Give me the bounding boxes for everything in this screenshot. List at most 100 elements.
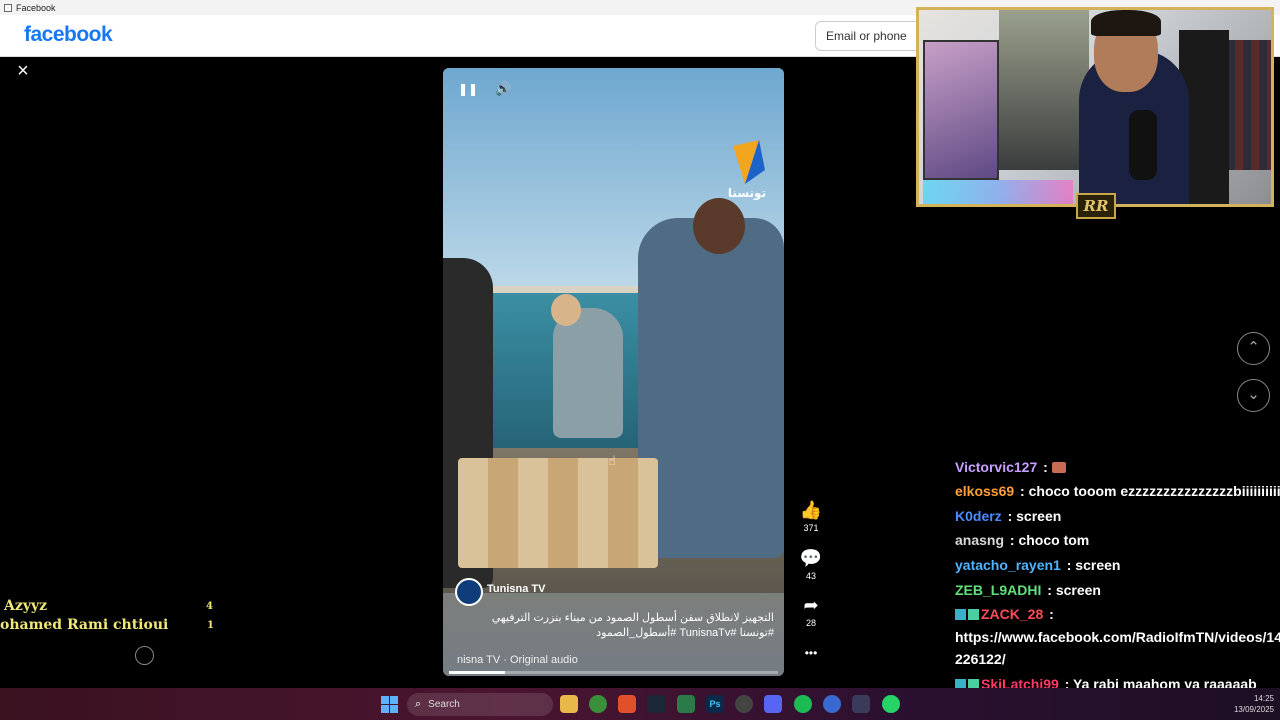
video-progress-bar[interactable] [449, 671, 778, 674]
video-man-head [693, 198, 745, 254]
share-icon: ➦ [803, 595, 819, 615]
steam-icon[interactable] [647, 695, 665, 713]
windows-taskbar: ⌕ Search Ps 14:25 13/09/2025 [0, 688, 1280, 720]
chat-message: elkoss69 : choco tooom ezzzzzzzzzzzzzzzb… [955, 483, 1280, 499]
like-icon: 👍 [799, 500, 823, 520]
chat-message: Victorvic127 : [955, 459, 1066, 475]
video-caption-line2[interactable]: #تونسنا #TunisnaTv #أسطول_الصمود [457, 626, 774, 639]
taskbar-clock[interactable]: 14:25 13/09/2025 [1222, 693, 1274, 715]
app-icon-dark[interactable] [852, 695, 870, 713]
like-button[interactable]: 👍 371 [796, 500, 826, 533]
close-icon[interactable]: × [13, 61, 33, 81]
chat-separator: : [1003, 508, 1017, 524]
window-title: Facebook [16, 2, 56, 13]
reel-video[interactable]: ❚❚ 🔊 تونسنا Tunisna TV التجهيز لانطلاق س… [443, 68, 784, 676]
chat-username[interactable]: elkoss69 [955, 483, 1014, 499]
taskbar-search-label: Search [428, 699, 460, 710]
chat-badge-icon [968, 609, 979, 620]
search-icon: ⌕ [415, 698, 422, 710]
chat-separator: : [1043, 582, 1056, 598]
file-explorer-icon[interactable] [560, 695, 578, 713]
chat-message: ZEB_L9ADHI : screen [955, 582, 1101, 598]
chat-badge-icon [955, 609, 966, 620]
chat-text: screen [1075, 557, 1121, 573]
chat-message: anasng : choco tom [955, 532, 1089, 548]
chat-separator: : [1062, 557, 1076, 573]
video-woman [553, 308, 623, 438]
chat-username[interactable]: ZEB_L9ADHI [955, 582, 1041, 598]
windows-start-icon[interactable] [381, 696, 398, 713]
chat-separator: : [1039, 459, 1052, 475]
leaderboard-name-1: Azyyz [4, 598, 48, 614]
webcam-microphone [1129, 110, 1157, 180]
share-button[interactable]: ➦ 28 [796, 595, 826, 628]
chat-message: ZACK_28 : [955, 606, 1054, 622]
leaderboard-count-2: 1 [207, 620, 214, 631]
chat-text: screen [1016, 508, 1062, 524]
webcam-hair [1091, 10, 1161, 36]
chrome-icon[interactable] [589, 695, 607, 713]
channel-watermark-text: تونسنا [727, 186, 767, 200]
pause-icon[interactable]: ❚❚ [458, 82, 478, 96]
more-options-button[interactable]: ••• [796, 643, 826, 663]
discord-icon[interactable] [764, 695, 782, 713]
chat-username[interactable]: anasng [955, 532, 1004, 548]
video-woman-head [551, 294, 581, 326]
volume-icon[interactable]: 🔊 [495, 82, 513, 96]
channel-avatar[interactable] [455, 578, 483, 606]
chat-message: yatacho_rayen1 : screen [955, 557, 1120, 573]
share-count: 28 [805, 618, 816, 628]
webcam-shelf [999, 10, 1089, 170]
chat-link-line1[interactable]: https://www.facebook.com/RadioIfmTN/vide… [955, 629, 1280, 645]
email-field[interactable]: Email or phone [815, 21, 925, 51]
chat-username[interactable]: yatacho_rayen1 [955, 557, 1061, 573]
chat-text: choco tom [1018, 532, 1090, 548]
original-audio-link[interactable]: nisna TV · Original audio [457, 654, 578, 666]
app-icon-gauge[interactable] [735, 695, 753, 713]
screen: Facebook facebook Email or phone × ❚❚ 🔊 … [0, 0, 1280, 720]
video-crates [458, 458, 658, 568]
video-man [638, 218, 784, 558]
chat-username[interactable]: K0derz [955, 508, 1002, 524]
photoshop-icon[interactable]: Ps [706, 695, 724, 713]
app-icon [4, 3, 12, 12]
chat-separator: : [1006, 532, 1019, 548]
channel-watermark-icon [733, 140, 765, 184]
stream-chat: Victorvic127 : elkoss69 : choco tooom ez… [955, 437, 1280, 720]
previous-reel-button[interactable]: ⌃ [1237, 332, 1270, 365]
app-icon-green[interactable] [677, 695, 695, 713]
chat-text: screen [1055, 582, 1101, 598]
video-caption-line1: التجهيز لانطلاق سفن أسطول الصمود من مينا… [491, 612, 774, 624]
comment-icon: 💬 [799, 548, 823, 568]
chrome-profile-icon[interactable] [823, 695, 841, 713]
chat-username[interactable]: Victorvic127 [955, 459, 1037, 475]
leaderboard-count-1: 4 [206, 601, 213, 612]
chat-link-line2[interactable]: 226122/ [955, 651, 1006, 667]
facebook-logo[interactable]: facebook [24, 23, 113, 47]
like-count: 371 [803, 523, 819, 533]
webcam-rgb-lights [923, 180, 1073, 204]
next-reel-button[interactable]: ⌄ [1237, 379, 1270, 412]
spotify-icon[interactable] [794, 695, 812, 713]
hand-cursor-icon: ☝ [608, 453, 616, 468]
webcam-monitor [923, 40, 999, 180]
taskbar-search[interactable]: ⌕ Search [407, 693, 553, 716]
taskbar-time: 14:25 [1253, 694, 1274, 703]
streamer-logo-badge: RR [1076, 193, 1116, 219]
chat-text: choco tooom ezzzzzzzzzzzzzzzbiiiiiiiiii [1028, 483, 1280, 499]
whatsapp-icon[interactable] [882, 695, 900, 713]
brave-icon[interactable] [618, 695, 636, 713]
leaderboard-name-2: ohamed Rami chtioui [0, 617, 169, 633]
chat-message: K0derz : screen [955, 508, 1061, 524]
comment-button[interactable]: 💬 43 [796, 548, 826, 581]
loading-spinner-icon [135, 646, 154, 665]
more-icon: ••• [804, 646, 818, 660]
comment-count: 43 [805, 571, 816, 581]
chat-separator: : [1045, 606, 1054, 622]
chat-separator: : [1016, 483, 1029, 499]
channel-name[interactable]: Tunisna TV [487, 583, 545, 595]
taskbar-date: 13/09/2025 [1233, 705, 1274, 714]
streamer-webcam [916, 7, 1274, 207]
chat-username[interactable]: ZACK_28 [981, 606, 1043, 622]
chat-emote-icon [1051, 462, 1066, 473]
